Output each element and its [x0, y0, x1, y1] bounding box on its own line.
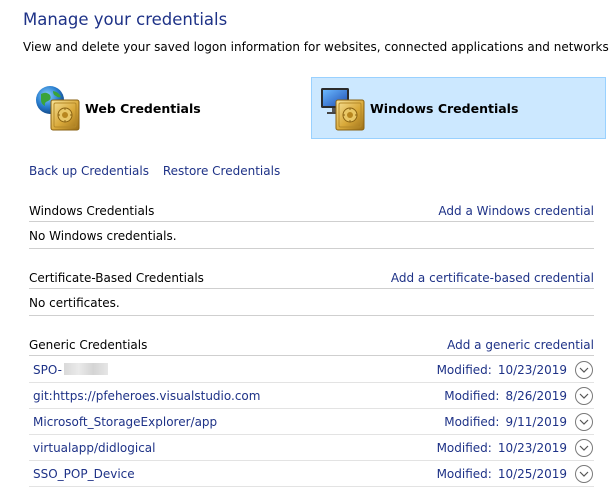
- globe-vault-icon: [36, 86, 80, 131]
- certificate-credentials-empty-text: No certificates.: [29, 295, 120, 310]
- credential-row[interactable]: SPO- Modified: 10/23/2019: [29, 357, 594, 383]
- expand-chevron-icon[interactable]: [575, 386, 593, 405]
- modified-date: 8/26/2019: [505, 388, 567, 403]
- add-windows-credential-link[interactable]: Add a Windows credential: [438, 204, 594, 218]
- windows-credentials-section-title: Windows Credentials: [29, 203, 155, 218]
- add-certificate-credential-link[interactable]: Add a certificate-based credential: [391, 271, 594, 285]
- computer-vault-icon: [321, 88, 365, 131]
- page-title: Manage your credentials: [23, 10, 228, 29]
- credential-name: SPO-: [33, 363, 437, 377]
- certificate-credentials-section-title: Certificate-Based Credentials: [29, 270, 204, 285]
- credential-modified: Modified: 10/23/2019: [437, 441, 567, 455]
- windows-credentials-empty: No Windows credentials.: [29, 223, 594, 249]
- modified-date: 10/23/2019: [497, 362, 567, 377]
- modified-label: Modified:: [436, 440, 492, 455]
- expand-chevron-icon[interactable]: [575, 464, 593, 483]
- expand-chevron-icon[interactable]: [575, 438, 593, 457]
- credential-modified: Modified: 10/23/2019: [437, 363, 567, 377]
- certificate-credentials-empty: No certificates.: [29, 290, 594, 316]
- expand-chevron-icon[interactable]: [575, 412, 593, 431]
- credential-row[interactable]: git:https://pfeheroes.visualstudio.com M…: [29, 383, 594, 409]
- modified-label: Modified:: [444, 388, 500, 403]
- credential-modified: Modified: 8/26/2019: [444, 389, 567, 403]
- credential-name: virtualapp/didlogical: [33, 440, 156, 455]
- generic-credentials-section-header: Generic Credentials Add a generic creden…: [29, 334, 594, 356]
- credential-row[interactable]: SSO_POP_Device Modified: 10/25/2019: [29, 461, 594, 487]
- modified-label: Modified:: [436, 466, 492, 481]
- windows-credentials-tile[interactable]: Windows Credentials: [311, 77, 606, 139]
- modified-label: Modified:: [436, 362, 492, 377]
- backup-credentials-link[interactable]: Back up Credentials: [29, 164, 149, 178]
- modified-date: 10/23/2019: [497, 440, 567, 455]
- add-generic-credential-link[interactable]: Add a generic credential: [447, 338, 594, 352]
- credential-name: git:https://pfeheroes.visualstudio.com: [33, 388, 261, 403]
- generic-credentials-list: SPO- Modified: 10/23/2019 git:https://pfe…: [29, 357, 594, 487]
- page-subtitle: View and delete your saved logon informa…: [23, 40, 610, 54]
- windows-credentials-empty-text: No Windows credentials.: [29, 228, 177, 243]
- windows-credentials-label: Windows Credentials: [370, 100, 519, 116]
- web-credentials-tile[interactable]: Web Credentials: [27, 77, 277, 139]
- certificate-credentials-section-header: Certificate-Based Credentials Add a cert…: [29, 267, 594, 289]
- credential-name: SSO_POP_Device: [33, 466, 135, 481]
- modified-label: Modified:: [444, 414, 500, 429]
- credential-row[interactable]: Microsoft_StorageExplorer/app Modified: 9…: [29, 409, 594, 435]
- backup-restore-links: Back up Credentials Restore Credentials: [29, 164, 290, 178]
- credential-name: Microsoft_StorageExplorer/app: [33, 414, 218, 429]
- restore-credentials-link[interactable]: Restore Credentials: [163, 164, 280, 178]
- web-credentials-label: Web Credentials: [85, 100, 201, 116]
- modified-date: 9/11/2019: [505, 414, 567, 429]
- modified-date: 10/25/2019: [497, 466, 567, 481]
- credential-row[interactable]: virtualapp/didlogical Modified: 10/23/201…: [29, 435, 594, 461]
- credential-modified: Modified: 9/11/2019: [444, 415, 567, 429]
- generic-credentials-section-title: Generic Credentials: [29, 337, 148, 352]
- expand-chevron-icon[interactable]: [575, 360, 593, 379]
- windows-credentials-section-header: Windows Credentials Add a Windows creden…: [29, 200, 594, 222]
- credential-modified: Modified: 10/25/2019: [437, 467, 567, 481]
